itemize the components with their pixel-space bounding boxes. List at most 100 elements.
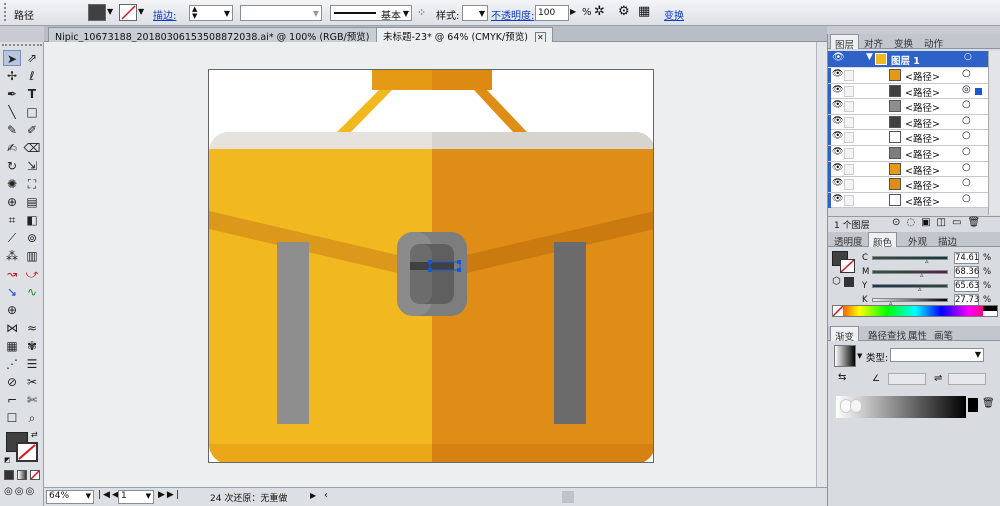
slider-thumb-icon[interactable]: ▵: [918, 285, 922, 293]
eye-icon[interactable]: 👁: [832, 100, 843, 110]
layer-actions-icon[interactable]: ⊙◌▣◫▭🗑: [892, 217, 986, 228]
stroke-color-swatch[interactable]: [119, 4, 137, 21]
tab-color[interactable]: 颜色: [868, 232, 898, 249]
stroke-dropdown-icon[interactable]: ▼: [138, 7, 144, 16]
tab-actions[interactable]: 动作: [920, 34, 947, 50]
lock-toggle[interactable]: [844, 70, 854, 81]
channel-slider[interactable]: [872, 270, 948, 274]
blob-brush-icon[interactable]: ✍: [3, 140, 21, 156]
slider-thumb-icon[interactable]: ▵: [925, 257, 929, 265]
channel-value[interactable]: 68.36: [954, 266, 979, 278]
selection-tool-icon[interactable]: ➤: [3, 50, 21, 66]
default-colors-icon[interactable]: ◩: [4, 456, 11, 464]
status-menu-icon[interactable]: ▶: [310, 491, 316, 500]
blend-tool-icon[interactable]: ⊚: [23, 230, 41, 246]
anchor-tool-icon[interactable]: ↘: [3, 284, 21, 300]
channel-slider[interactable]: [872, 256, 948, 260]
lock-toggle[interactable]: [844, 101, 854, 113]
layers-scrollbar[interactable]: [988, 51, 1000, 215]
tab-layers[interactable]: 图层: [830, 34, 860, 51]
channel-value[interactable]: 74.61: [954, 252, 979, 264]
lock-toggle[interactable]: [844, 116, 854, 128]
grip-handle[interactable]: [4, 3, 8, 21]
direct-selection-icon[interactable]: ⇗: [23, 50, 41, 66]
next-page-icon[interactable]: ▶▶|: [158, 490, 181, 500]
vertical-scrollbar[interactable]: [816, 42, 827, 487]
layer-path-row[interactable]: 👁 <路径> ○: [828, 192, 988, 209]
lock-toggle[interactable]: [844, 179, 854, 191]
magic-wand-icon[interactable]: ✢: [3, 68, 21, 84]
graph-tool-icon[interactable]: ▥: [23, 248, 41, 264]
slice-tool-icon[interactable]: ⋈: [3, 320, 21, 336]
profile-flip-icon[interactable]: ⁘: [417, 6, 426, 19]
symbol-sprayer-icon[interactable]: ⁂: [3, 248, 21, 264]
column-graph-icon[interactable]: ▦: [3, 338, 21, 354]
brush-profile-select[interactable]: 基本 ▼: [330, 5, 412, 22]
type-tool-icon[interactable]: T: [23, 86, 41, 102]
eye-icon[interactable]: 👁: [832, 116, 843, 126]
page-select[interactable]: 1 ▼: [118, 490, 154, 504]
gradient-stop-end[interactable]: [968, 398, 978, 412]
gradient-mode-icon[interactable]: [17, 470, 27, 480]
gradient-preview-dropdown-icon[interactable]: ▼: [857, 352, 862, 360]
tab-untitled[interactable]: 未标题-23* @ 64% (CMYK/预览) ✕: [376, 27, 553, 43]
recolor-icon[interactable]: ✲: [594, 4, 605, 19]
perspective-grid-icon[interactable]: ▤: [23, 194, 41, 210]
opacity-input[interactable]: 100: [535, 5, 569, 21]
layer-path-row[interactable]: 👁 <路径> ○: [828, 68, 988, 84]
artboard-tool-icon[interactable]: ⊕: [3, 302, 21, 318]
draw-mode-icon[interactable]: ◎◎◎: [4, 486, 36, 497]
eye-icon[interactable]: 👁: [832, 194, 843, 204]
eye-icon[interactable]: 👁: [832, 52, 845, 63]
target-icon[interactable]: ○: [962, 146, 971, 157]
lock-toggle[interactable]: [844, 132, 854, 144]
tab-transform[interactable]: 变换: [890, 34, 917, 50]
smooth-tool-icon[interactable]: ∿: [23, 284, 41, 300]
eye-icon[interactable]: 👁: [832, 85, 843, 95]
layer-path-row[interactable]: 👁 <路径> ○: [828, 114, 988, 131]
tab-appearance[interactable]: 外观: [904, 232, 931, 248]
tab-transparency[interactable]: 透明度: [830, 232, 867, 248]
layer-path-row[interactable]: 👁 <路径> ○: [828, 130, 988, 146]
lock-toggle[interactable]: [844, 163, 854, 175]
toolbar-grip[interactable]: [2, 44, 42, 48]
list-tool-icon[interactable]: ☰: [23, 356, 41, 372]
hand-tool-icon[interactable]: ☐: [3, 410, 21, 426]
gradient-stop-2[interactable]: [850, 399, 862, 413]
layer-path-row[interactable]: 👁 <路径> ○: [828, 177, 988, 193]
target-icon[interactable]: ○: [962, 193, 971, 204]
paintbrush-icon[interactable]: ✎: [3, 122, 21, 138]
target-icon[interactable]: ◎: [962, 84, 971, 95]
target-icon[interactable]: ○: [962, 115, 971, 126]
lasso-icon[interactable]: ℓ: [23, 68, 41, 84]
warp-tool-icon[interactable]: ✺: [3, 176, 21, 192]
selection-indicator[interactable]: [975, 87, 982, 95]
layer-path-row[interactable]: 👁 <路径> ◎: [828, 83, 988, 100]
style-select[interactable]: ▼: [462, 5, 488, 21]
white-chip[interactable]: [983, 311, 997, 316]
tab-align[interactable]: 对齐: [860, 34, 887, 50]
pen-tool-icon[interactable]: ✒: [3, 86, 21, 102]
angle-input[interactable]: [888, 373, 926, 385]
wave-tool-icon[interactable]: ≈: [23, 320, 41, 336]
eye-icon[interactable]: 👁: [832, 131, 843, 141]
horizontal-scroll-thumb[interactable]: [562, 491, 574, 503]
canvas-area[interactable]: [44, 42, 827, 487]
opacity-link[interactable]: 不透明度:: [491, 7, 534, 22]
layer-path-row[interactable]: 👁 <路径> ○: [828, 99, 988, 115]
tab-brushes[interactable]: 画笔: [930, 326, 957, 342]
variable-width-select[interactable]: ▼: [240, 5, 322, 21]
aspect-input[interactable]: [948, 373, 986, 385]
target-icon[interactable]: ○: [964, 52, 972, 62]
eyedropper-icon[interactable]: ⟋: [3, 230, 21, 246]
delete-stop-icon[interactable]: 🗑: [982, 398, 995, 409]
measure-tool-icon[interactable]: ⊘: [3, 374, 21, 390]
channel-slider[interactable]: [872, 284, 948, 288]
gradient-reverse-icon[interactable]: ⇆: [838, 372, 846, 383]
target-icon[interactable]: ○: [962, 162, 971, 173]
curvature-tool-icon[interactable]: ⤻: [23, 266, 41, 282]
gradient-preview[interactable]: [834, 345, 856, 367]
width-tool-icon[interactable]: ↝: [3, 266, 21, 282]
stroke-weight-input[interactable]: ▲ ▼ ▼: [189, 5, 233, 21]
knife-tool-icon[interactable]: ✂: [23, 374, 41, 390]
